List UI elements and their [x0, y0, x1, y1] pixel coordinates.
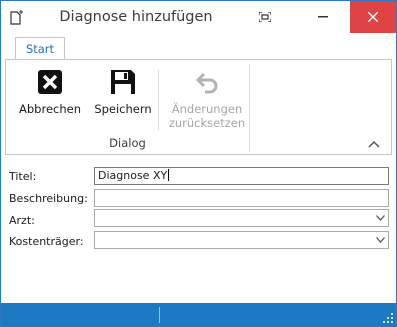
floppy-disk-icon — [103, 64, 143, 100]
reset-label-line2: zurücksetzen — [168, 116, 246, 130]
dialog-window: Diagnose hinzufügen Start Abbrechen Spei… — [0, 0, 397, 327]
text-caret — [168, 169, 170, 181]
restore-button[interactable] — [243, 1, 287, 33]
close-icon — [368, 12, 378, 22]
cost-bearer-select[interactable] — [94, 231, 389, 249]
ribbon-tabstrip: Start — [1, 37, 396, 61]
doctor-label: Arzt: — [9, 214, 35, 227]
close-x-icon — [30, 64, 70, 100]
cost-bearer-label: Kostenträger: — [9, 235, 84, 248]
reset-label-line1: Änderungen — [171, 102, 243, 116]
resize-grip-icon[interactable] — [383, 313, 393, 323]
status-bar — [1, 303, 396, 326]
chevron-up-icon — [368, 140, 380, 148]
save-label: Speichern — [94, 102, 152, 116]
group-separator — [249, 64, 250, 152]
ribbon-panel: Abbrechen Speichern Änderungen zurückset… — [5, 59, 392, 155]
doctor-select[interactable] — [94, 209, 389, 227]
status-separator — [159, 307, 160, 323]
minimize-button[interactable] — [301, 1, 345, 33]
close-button[interactable] — [350, 1, 396, 33]
minimize-icon — [318, 16, 328, 18]
chevron-down-icon[interactable] — [373, 210, 388, 226]
cancel-label: Abbrechen — [19, 102, 81, 116]
cancel-button[interactable]: Abbrechen — [14, 64, 86, 132]
title-input[interactable]: Diagnose XY — [94, 167, 389, 185]
title-input-value: Diagnose XY — [98, 169, 168, 182]
ribbon-group-label: Dialog — [109, 136, 146, 150]
save-button[interactable]: Speichern — [90, 64, 156, 132]
undo-arrow-icon — [187, 64, 227, 100]
title-bar: Diagnose hinzufügen — [1, 1, 396, 37]
tab-start[interactable]: Start — [15, 37, 65, 61]
description-input[interactable] — [94, 189, 389, 207]
window-title: Diagnose hinzufügen — [59, 9, 213, 25]
collapse-ribbon-button[interactable] — [368, 138, 382, 150]
reset-changes-button[interactable]: Änderungen zurücksetzen — [166, 64, 248, 132]
ribbon-separator — [158, 70, 159, 130]
chevron-down-icon[interactable] — [373, 232, 388, 248]
description-label: Beschreibung: — [9, 192, 88, 205]
restore-icon — [259, 12, 271, 22]
title-label: Titel: — [9, 170, 37, 183]
